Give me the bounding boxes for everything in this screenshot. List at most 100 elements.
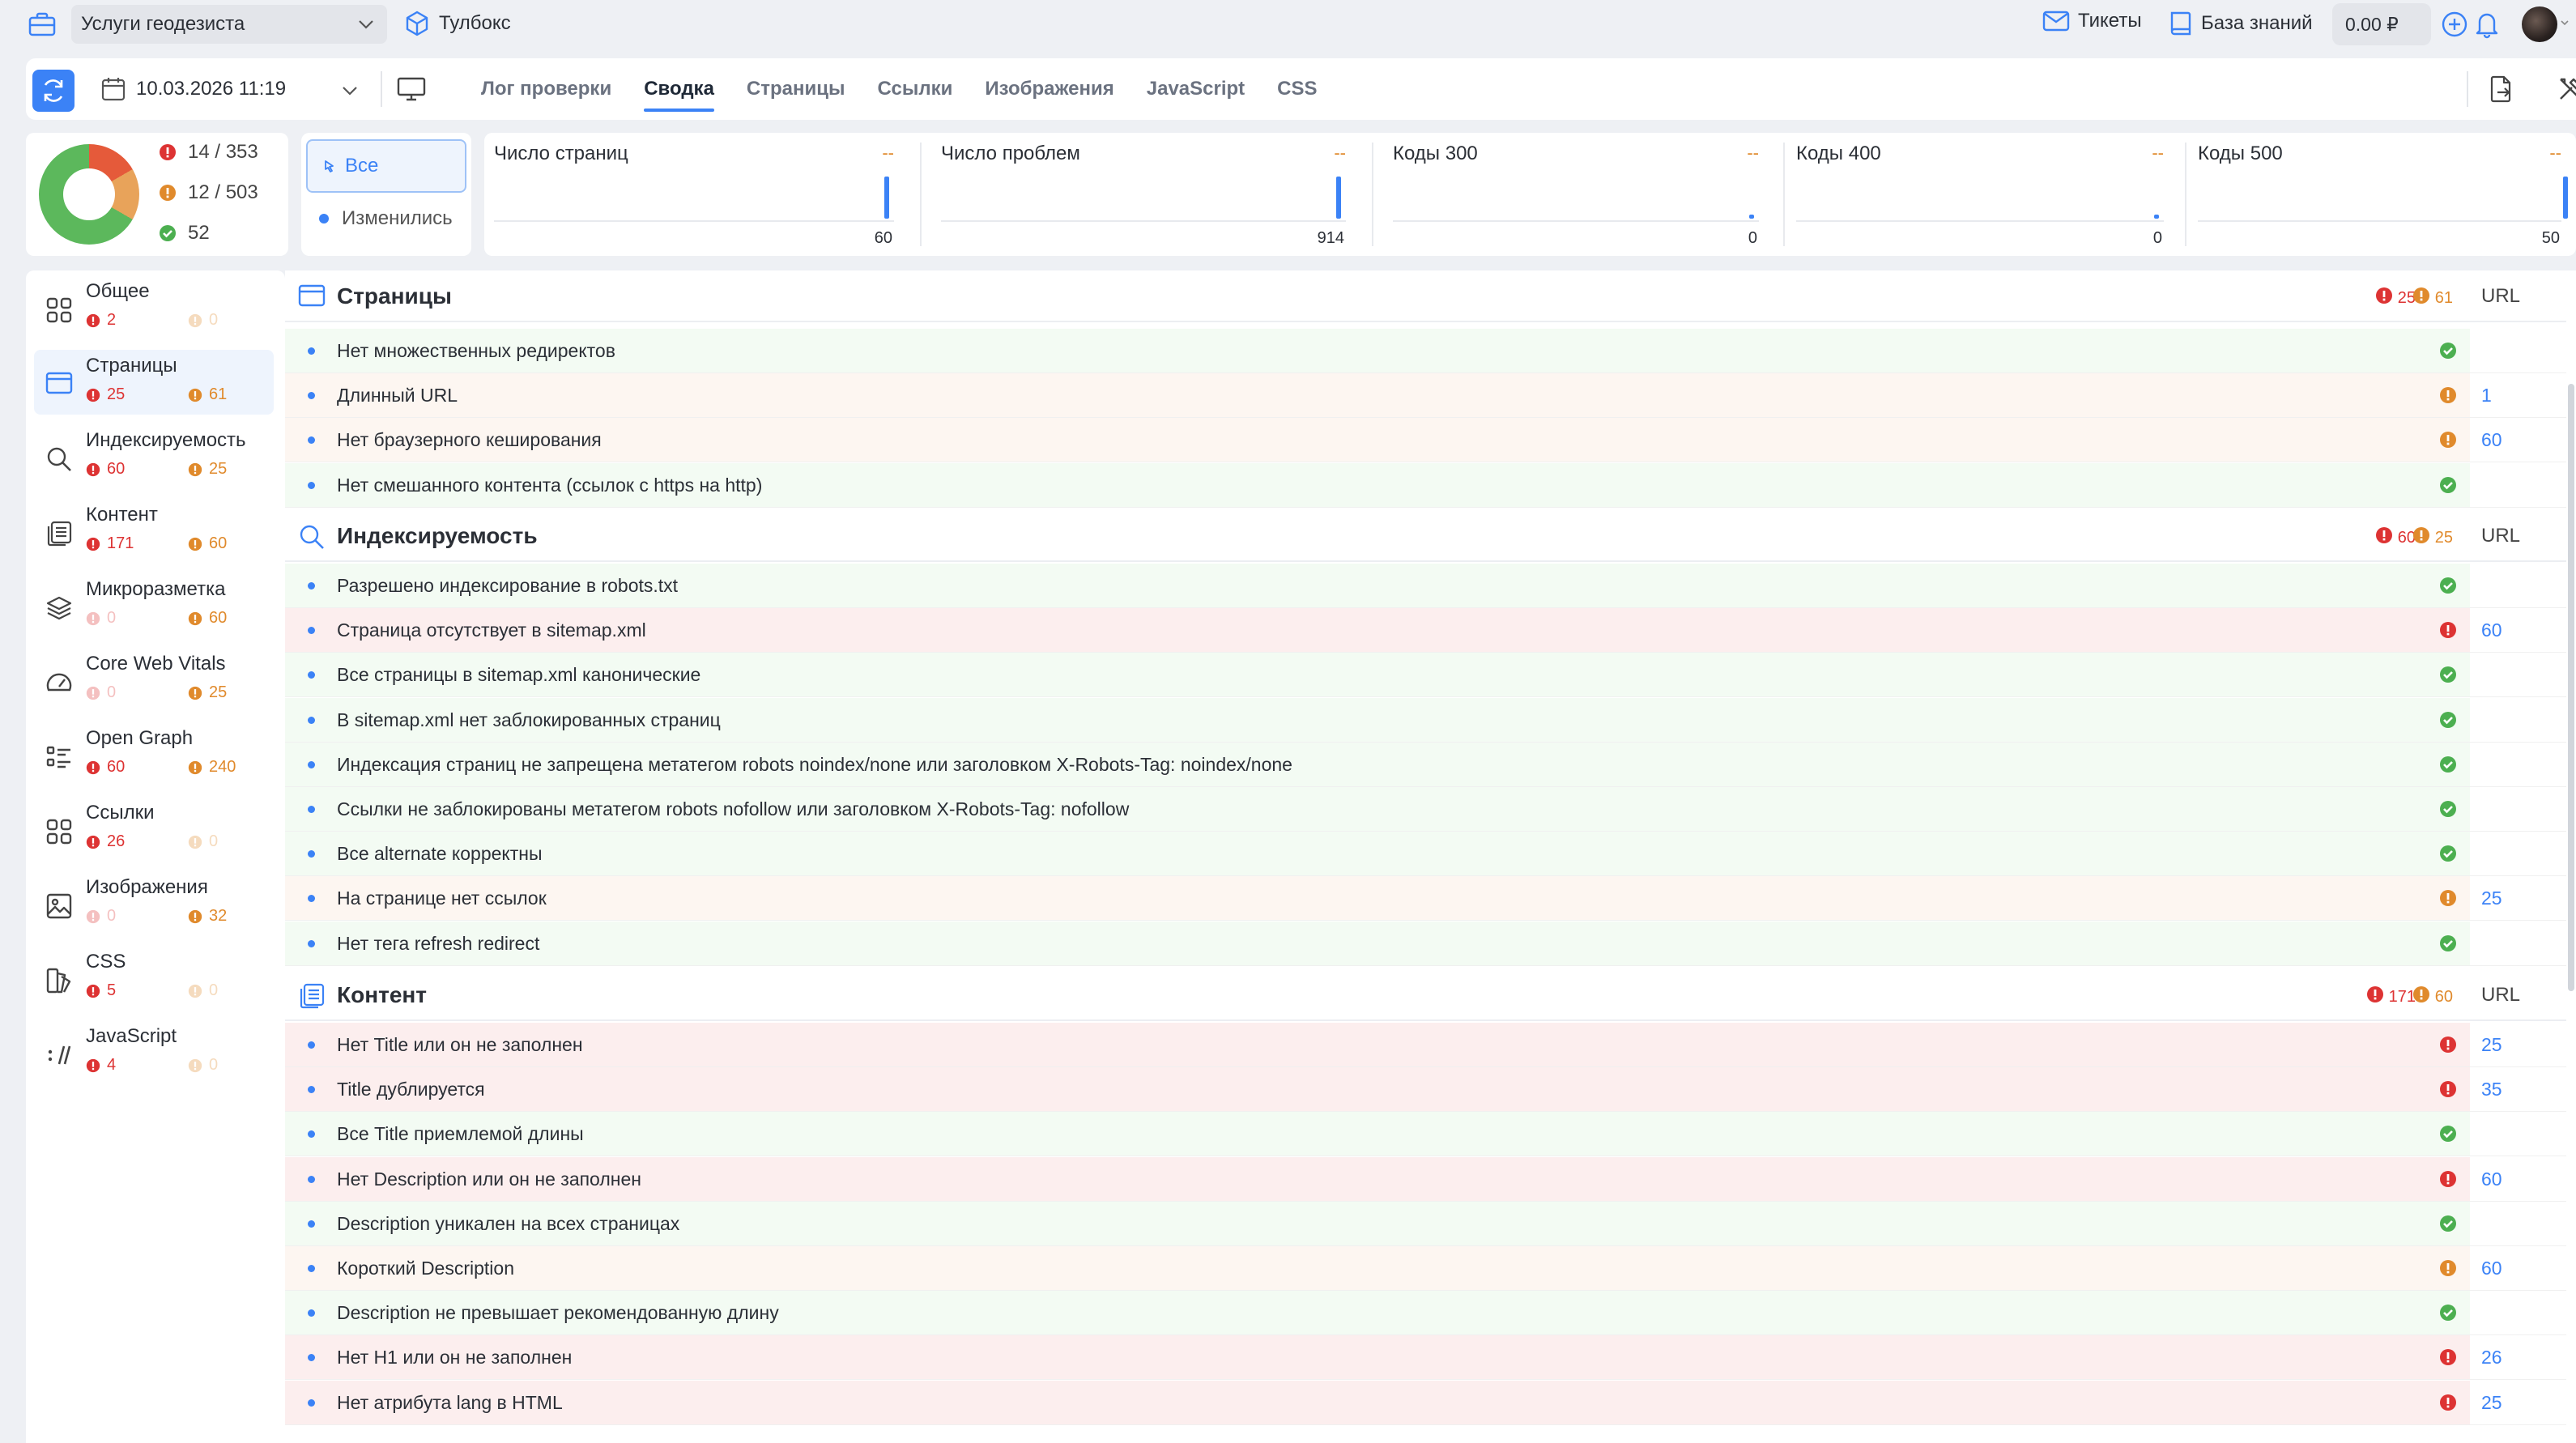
- metric-bar: [1749, 215, 1754, 219]
- metric-baseline: [1796, 220, 2164, 222]
- check-row[interactable]: Ссылки не заблокированы метатегом robots…: [285, 787, 2566, 832]
- knowledge-base-link[interactable]: База знаний: [2169, 10, 2313, 37]
- url-count-link[interactable]: 26: [2481, 1347, 2502, 1369]
- error-icon: [86, 686, 100, 700]
- tab-javascript[interactable]: JavaScript: [1130, 58, 1261, 120]
- url-count-link[interactable]: 60: [2481, 619, 2502, 641]
- check-row[interactable]: Нет множественных редиректов: [285, 329, 2566, 373]
- tools-icon[interactable]: [2556, 74, 2576, 104]
- check-row[interactable]: Нет H1 или он не заполнен 26: [285, 1335, 2566, 1381]
- url-count-link[interactable]: 25: [2481, 1034, 2502, 1056]
- metric-codes-300[interactable]: Коды 300 -- 0: [1383, 133, 1773, 256]
- sidebar-item-core-web-vitals[interactable]: Core Web Vitals 0 25: [34, 648, 274, 713]
- status-summary-card: 14 / 353 12 / 503 52: [26, 133, 288, 256]
- bell-icon[interactable]: [2473, 10, 2501, 39]
- export-file-icon[interactable]: [2488, 74, 2514, 104]
- ok-stat[interactable]: 52: [159, 222, 210, 245]
- avatar[interactable]: [2522, 6, 2557, 42]
- check-label: На странице нет ссылок: [337, 888, 547, 909]
- url-count-link[interactable]: 60: [2481, 429, 2502, 451]
- chevron-down-icon[interactable]: [2561, 19, 2569, 26]
- check-row[interactable]: Нет Description или он не заполнен 60: [285, 1156, 2566, 1202]
- check-label: Нет Title или он не заполнен: [337, 1034, 583, 1055]
- toolbox-link[interactable]: Тулбокс: [403, 10, 511, 37]
- sidebar-item-javascript[interactable]: JavaScript 4 0: [34, 1020, 274, 1085]
- count-value: 0: [209, 1056, 219, 1074]
- check-row[interactable]: Длинный URL 1: [285, 373, 2566, 419]
- warnings-stat[interactable]: 12 / 503: [159, 181, 258, 204]
- add-funds-icon[interactable]: [2441, 11, 2468, 38]
- check-row[interactable]: Нет атрибута lang в HTML 25: [285, 1380, 2566, 1425]
- metric-baseline: [494, 220, 894, 222]
- mail-icon: [2042, 11, 2070, 32]
- error-icon: [2439, 621, 2457, 644]
- metric-title: Коды 400: [1796, 143, 1881, 164]
- count-value: 32: [209, 907, 228, 925]
- check-row[interactable]: Индексация страниц не запрещена метатего…: [285, 742, 2566, 787]
- check-row[interactable]: Все страницы в sitemap.xml канонические: [285, 653, 2566, 698]
- tickets-link[interactable]: Тикеты: [2042, 10, 2142, 32]
- sidebar-item-general[interactable]: Общее 2 0: [34, 275, 274, 340]
- check-row[interactable]: Нет тега refresh redirect: [285, 921, 2566, 966]
- section-error-count: 25: [2375, 287, 2416, 309]
- sidebar-item-images[interactable]: Изображения 0 32: [34, 871, 274, 936]
- project-select[interactable]: Услуги геодезиста: [71, 5, 387, 44]
- url-cell: [2470, 1291, 2566, 1335]
- url-count-link[interactable]: 60: [2481, 1258, 2502, 1279]
- sidebar-item-markup[interactable]: Микроразметка 0 60: [34, 573, 274, 638]
- tab-images[interactable]: Изображения: [969, 58, 1130, 120]
- url-count-link[interactable]: 1: [2481, 385, 2492, 407]
- url-cell: [2470, 1112, 2566, 1156]
- sidebar-item-links[interactable]: Ссылки 26 0: [34, 797, 274, 862]
- sidebar-item-css[interactable]: CSS 5 0: [34, 946, 274, 1011]
- filter-all-button[interactable]: Все: [306, 139, 466, 193]
- check-row[interactable]: Все alternate корректны: [285, 832, 2566, 877]
- tab-pages[interactable]: Страницы: [730, 58, 862, 120]
- metric-codes-500[interactable]: Коды 500 -- 50: [2188, 133, 2576, 256]
- divider: [2185, 143, 2186, 246]
- errors-stat[interactable]: 14 / 353: [159, 141, 258, 164]
- url-count-link[interactable]: 35: [2481, 1079, 2502, 1100]
- check-row[interactable]: Разрешено индексирование в robots.txt: [285, 564, 2566, 608]
- check-row[interactable]: Нет Title или он не заполнен 25: [285, 1023, 2566, 1067]
- monitor-icon[interactable]: [397, 76, 426, 102]
- check-row[interactable]: Description уникален на всех страницах: [285, 1201, 2566, 1246]
- scrollbar[interactable]: [2568, 384, 2574, 991]
- balance-widget[interactable]: 0.00 ₽: [2332, 3, 2467, 45]
- list-icon: [46, 746, 70, 768]
- filter-changed-button[interactable]: Изменились: [319, 207, 453, 230]
- count-value: 0: [107, 683, 117, 701]
- check-row[interactable]: Нет браузерного кеширования 60: [285, 418, 2566, 463]
- sidebar-item-indexability[interactable]: Индексируемость 60 25: [34, 424, 274, 489]
- check-row[interactable]: Короткий Description 60: [285, 1246, 2566, 1291]
- metric-pages[interactable]: Число страниц -- 60: [484, 133, 909, 256]
- layers-icon: [46, 596, 72, 620]
- metric-codes-400[interactable]: Коды 400 -- 0: [1786, 133, 2178, 256]
- check-row[interactable]: На странице нет ссылок 25: [285, 876, 2566, 922]
- warning-icon: [2412, 985, 2430, 1008]
- tab-links[interactable]: Ссылки: [862, 58, 969, 120]
- tab-log[interactable]: Лог проверки: [465, 58, 628, 120]
- check-row[interactable]: Все Title приемлемой длины: [285, 1112, 2566, 1157]
- check-row[interactable]: Нет смешанного контента (ссылок с https …: [285, 462, 2566, 508]
- warning-icon: [188, 760, 202, 774]
- metric-issues[interactable]: Число проблем -- 914: [931, 133, 1360, 256]
- date-select[interactable]: 10.03.2026 11:19: [100, 73, 360, 105]
- check-row[interactable]: Description не превышает рекомендованную…: [285, 1291, 2566, 1336]
- sidebar-item-content[interactable]: Контент 171 60: [34, 499, 274, 564]
- sidebar-item-open-graph[interactable]: Open Graph 60 240: [34, 722, 274, 787]
- error-icon: [2375, 526, 2393, 549]
- url-count-link[interactable]: 60: [2481, 1168, 2502, 1190]
- tab-css[interactable]: CSS: [1261, 58, 1333, 120]
- check-label: Нет смешанного контента (ссылок с https …: [337, 474, 763, 496]
- warnings-value: 12 / 503: [188, 181, 258, 203]
- url-count-link[interactable]: 25: [2481, 888, 2502, 909]
- check-row[interactable]: Страница отсутствует в sitemap.xml 60: [285, 608, 2566, 653]
- refresh-button[interactable]: [32, 70, 75, 112]
- url-count-link[interactable]: 25: [2481, 1392, 2502, 1414]
- sidebar-item-pages[interactable]: Страницы 25 61: [34, 350, 274, 415]
- check-row[interactable]: В sitemap.xml нет заблокированных страни…: [285, 697, 2566, 743]
- bullet-icon: [308, 481, 315, 489]
- tab-summary[interactable]: Сводка: [628, 58, 730, 120]
- check-row[interactable]: Title дублируется 35: [285, 1067, 2566, 1113]
